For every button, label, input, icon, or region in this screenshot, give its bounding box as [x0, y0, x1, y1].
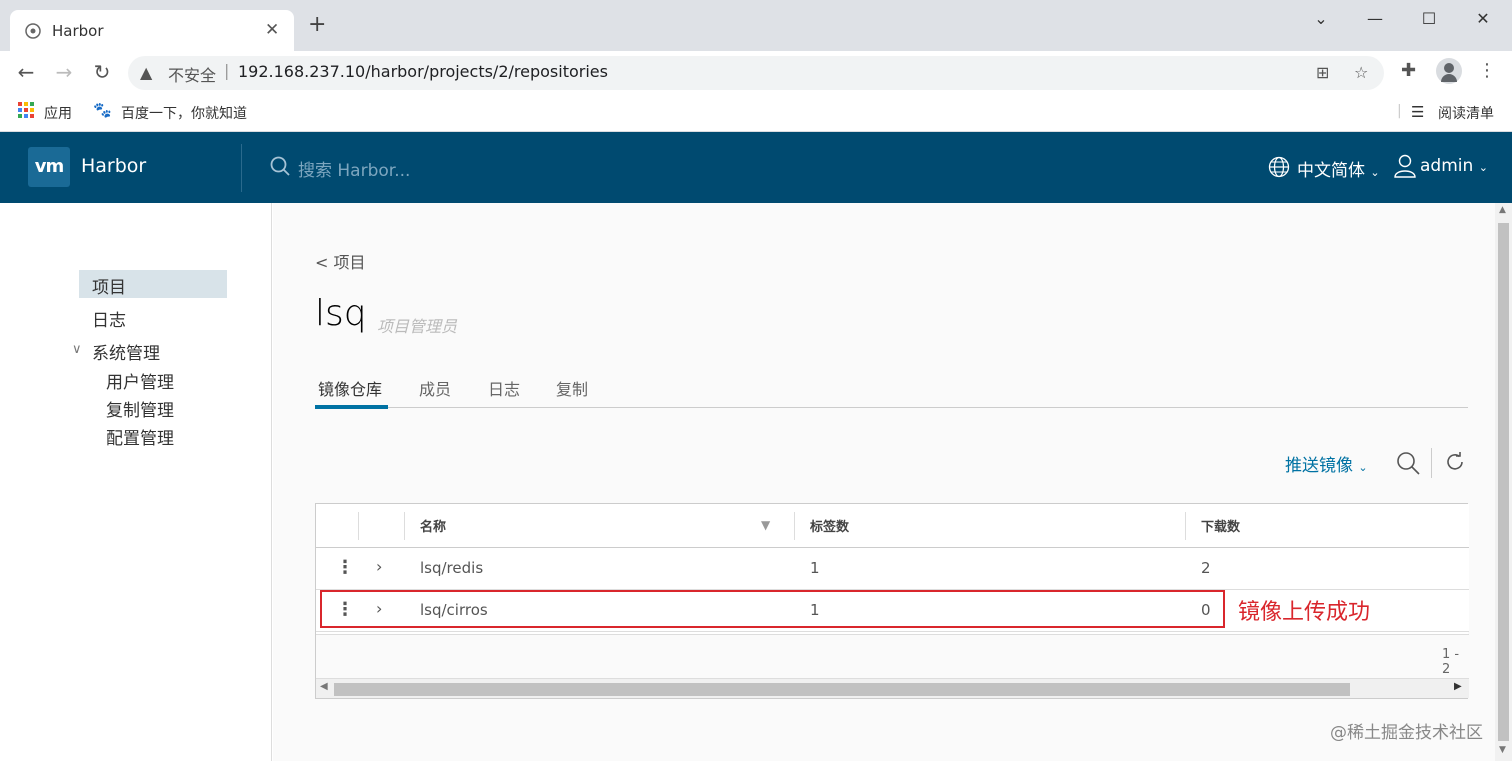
baidu-paw-icon: 🐾 [93, 101, 112, 119]
browser-tabbar: Harbor ✕ + ⌄ — ☐ ✕ [0, 0, 1512, 51]
toolbar-divider [1431, 448, 1432, 478]
sidebar-item-users[interactable]: 用户管理 [106, 368, 174, 393]
browser-tab[interactable]: Harbor ✕ [10, 10, 294, 51]
refresh-icon[interactable] [1444, 451, 1466, 473]
back-to-projects-link[interactable]: < 项目 [315, 249, 366, 273]
horizontal-scroll-thumb[interactable] [334, 683, 1350, 696]
apps-grid-icon[interactable] [18, 102, 34, 118]
harbor-header: vm Harbor 搜索 Harbor... 中文简体 ⌄ admin ⌄ [0, 132, 1512, 203]
maximize-button[interactable]: ☐ [1406, 6, 1452, 32]
browser-menu-icon[interactable]: ⋮ [1478, 60, 1496, 81]
repo-pulls: 2 [1201, 559, 1211, 577]
grid-header: 名称 ▼ 标签数 下载数 [316, 504, 1469, 548]
sidebar-nav: 项目 日志 ∨ 系统管理 用户管理 复制管理 配置管理 [0, 203, 272, 761]
user-menu[interactable]: admin ⌄ [1420, 156, 1488, 176]
table-row[interactable]: ⋮ › lsq/redis 1 2 [316, 548, 1469, 590]
language-label: 中文简体 [1297, 161, 1365, 181]
watermark: @稀土掘金技术社区 [1330, 723, 1483, 743]
user-icon[interactable] [1394, 154, 1416, 178]
browser-toolbar: ← → ↻ ▲ 不安全 | 192.168.237.10/harbor/proj… [0, 51, 1512, 93]
sidebar-item-configuration[interactable]: 配置管理 [106, 424, 174, 449]
column-separator [358, 512, 359, 540]
header-divider [241, 144, 242, 192]
close-tab-icon[interactable]: ✕ [265, 20, 279, 40]
chevron-down-icon[interactable]: ∨ [72, 342, 82, 357]
column-header-name[interactable]: 名称 [420, 516, 446, 535]
chevron-down-icon: ⌄ [1358, 461, 1368, 474]
sidebar-item-logs[interactable]: 日志 [92, 306, 126, 331]
scroll-down-icon[interactable]: ▼ [1499, 745, 1506, 755]
chevron-down-icon: ⌄ [1370, 166, 1380, 179]
tab-members[interactable]: 成员 [419, 376, 451, 400]
address-separator: | [224, 61, 230, 80]
bookmark-baidu[interactable]: 百度一下，你就知道 [121, 103, 247, 123]
vmware-logo[interactable]: vm [28, 147, 70, 187]
active-tab-indicator [315, 405, 388, 409]
bookmark-star-icon[interactable]: ☆ [1354, 63, 1368, 82]
harbor-favicon-icon [25, 23, 41, 39]
repo-name[interactable]: lsq/redis [420, 559, 483, 577]
grid-footer: 1 - 2 [316, 634, 1469, 678]
bookmark-apps[interactable]: 应用 [44, 103, 72, 123]
chevron-down-icon: ⌄ [1478, 161, 1488, 174]
forward-arrow-icon[interactable]: → [52, 60, 76, 84]
sidebar-item-administration[interactable]: 系统管理 [92, 339, 160, 364]
chevron-right-icon[interactable]: › [376, 557, 382, 576]
harbor-brand[interactable]: Harbor [81, 155, 146, 177]
translate-icon[interactable]: ⊞ [1316, 63, 1329, 82]
column-separator [1185, 512, 1186, 540]
language-selector[interactable]: 中文简体 ⌄ [1297, 156, 1380, 181]
minimize-button[interactable]: — [1352, 6, 1398, 32]
column-header-pulls[interactable]: 下载数 [1201, 516, 1240, 535]
reload-icon[interactable]: ↻ [90, 60, 114, 84]
sidebar-item-replication[interactable]: 复制管理 [106, 396, 174, 421]
page-vertical-scrollbar[interactable]: ▲ ▼ [1495, 203, 1512, 761]
search-icon[interactable] [1396, 451, 1420, 475]
globe-icon[interactable] [1268, 156, 1290, 178]
insecure-label[interactable]: 不安全 [168, 62, 216, 86]
column-separator [404, 512, 405, 540]
filter-icon[interactable]: ▼ [761, 518, 770, 532]
extensions-puzzle-icon[interactable]: ✚ [1401, 60, 1416, 81]
upload-success-highlight-box [320, 590, 1225, 628]
close-window-button[interactable]: ✕ [1460, 6, 1506, 32]
bookmarks-bar: 应用 百度一下，你就知道 | ☰ 阅读清单 [0, 93, 1512, 132]
tab-title: Harbor [52, 22, 104, 40]
scroll-left-icon[interactable]: ◀ [320, 681, 328, 692]
push-image-label: 推送镜像 [1285, 456, 1353, 476]
tab-replication[interactable]: 复制 [556, 376, 588, 400]
global-search-input[interactable]: 搜索 Harbor... [298, 156, 410, 181]
back-arrow-icon[interactable]: ← [14, 60, 38, 84]
horizontal-scrollbar[interactable]: ◀ ▶ [316, 678, 1469, 698]
vertical-scroll-thumb[interactable] [1498, 223, 1509, 741]
reading-list-label[interactable]: 阅读清单 [1438, 103, 1494, 123]
push-image-button[interactable]: 推送镜像 ⌄ [1285, 451, 1368, 476]
column-header-tags[interactable]: 标签数 [810, 516, 849, 535]
reading-list-icon[interactable]: ☰ [1411, 103, 1424, 121]
bookmarks-divider: | [1397, 103, 1402, 119]
project-detail-main: < 项目 lsq 项目管理员 镜像仓库 成员 日志 复制 推送镜像 ⌄ 名称 ▼… [273, 203, 1495, 761]
tab-search-dropdown-icon[interactable]: ⌄ [1298, 6, 1344, 32]
search-icon [270, 156, 290, 176]
repo-tags: 1 [810, 559, 820, 577]
column-separator [794, 512, 795, 540]
tab-repositories[interactable]: 镜像仓库 [318, 376, 382, 400]
new-tab-button[interactable]: + [308, 14, 326, 36]
url-text[interactable]: 192.168.237.10/harbor/projects/2/reposit… [238, 62, 608, 81]
row-actions-icon[interactable]: ⋮ [336, 557, 354, 578]
tabs-divider [315, 407, 1468, 408]
tab-logs[interactable]: 日志 [488, 376, 520, 400]
project-role: 项目管理员 [377, 317, 458, 336]
warning-triangle-icon[interactable]: ▲ [140, 63, 152, 82]
scroll-up-icon[interactable]: ▲ [1499, 205, 1506, 215]
project-title: lsq [315, 293, 367, 334]
address-bar[interactable]: ▲ 不安全 | 192.168.237.10/harbor/projects/2… [128, 56, 1384, 90]
sidebar-item-projects[interactable]: 项目 [92, 273, 126, 298]
pagination-info: 1 - 2 [1442, 647, 1460, 677]
scroll-right-icon[interactable]: ▶ [1454, 681, 1462, 692]
username-label: admin [1420, 156, 1474, 176]
upload-success-annotation: 镜像上传成功 [1238, 600, 1371, 625]
profile-avatar-icon[interactable] [1436, 58, 1462, 84]
